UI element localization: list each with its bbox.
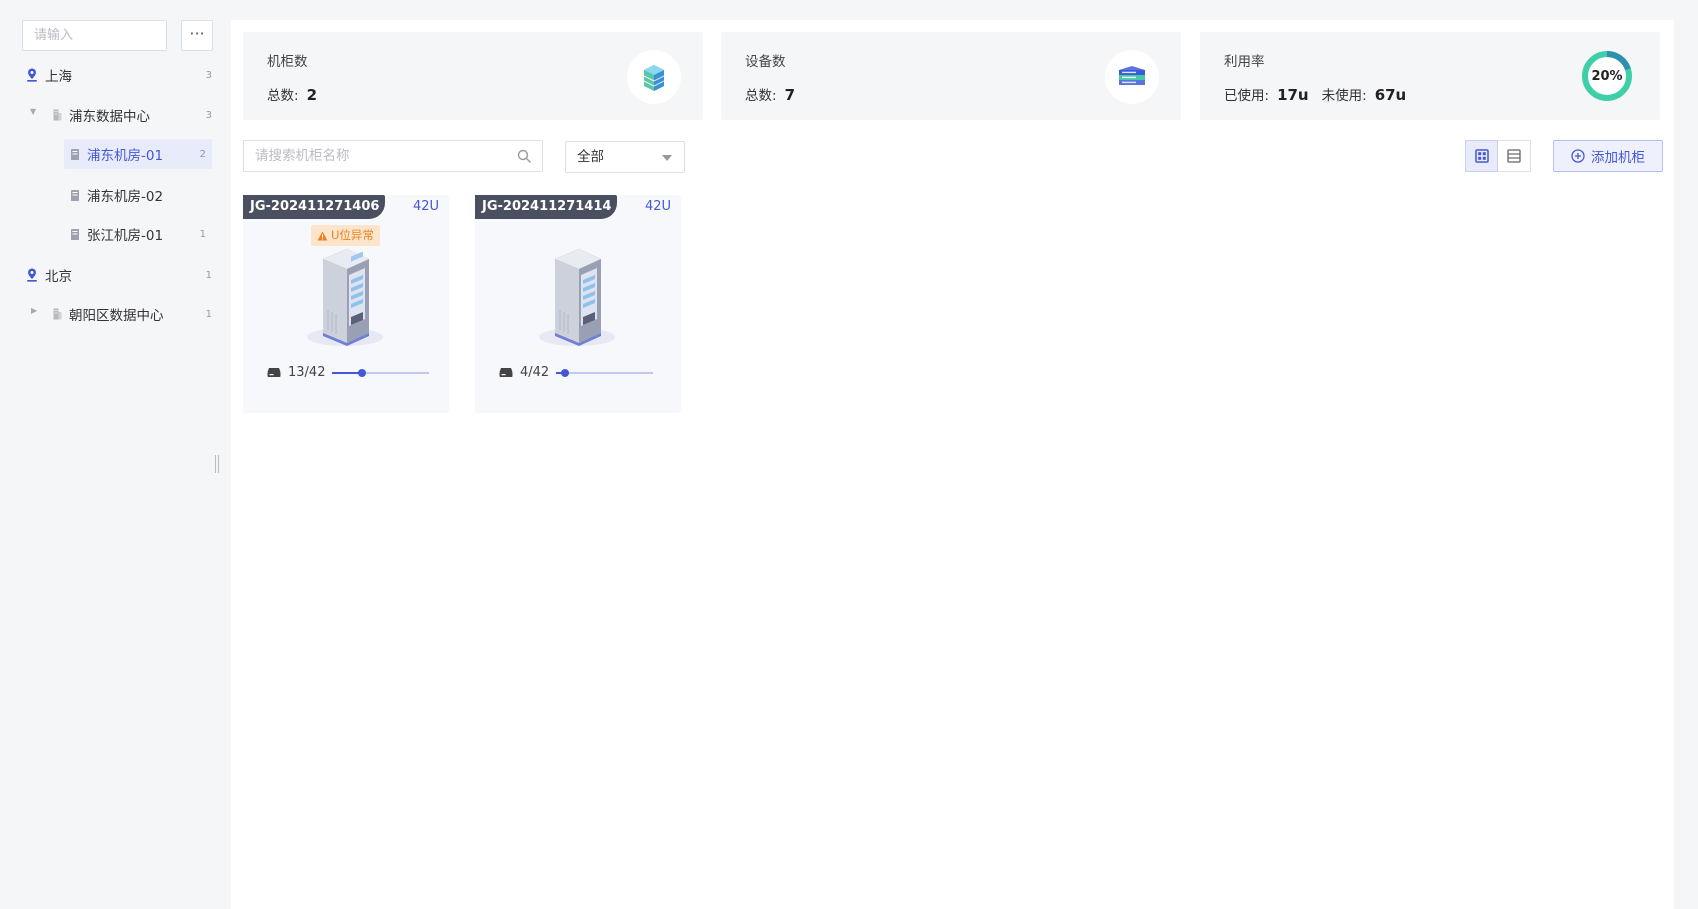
device-server-icon: [1105, 50, 1159, 104]
stat-usage: 已使用: 17u 未使用: 67u: [1224, 84, 1406, 104]
tree-node-count: 3: [205, 109, 212, 121]
grid-icon: [1474, 149, 1489, 163]
cabinet-card[interactable]: JG-202411271414 42U 4/42: [475, 195, 681, 413]
sidebar: ··· 上海 3 ▼ 浦东数据中心 3 浦东机房-01 2 浦东机房-02 张江…: [0, 0, 230, 909]
tree-node-pudong-dc[interactable]: ▼ 浦东数据中心 3: [26, 100, 212, 130]
cabinet-name: JG-202411271414: [475, 195, 617, 219]
stat-total-value: 7: [784, 86, 795, 104]
tree-node-chaoyang-dc[interactable]: ▶ 朝阳区数据中心 1: [26, 299, 212, 329]
tree-node-label: 浦东数据中心: [69, 109, 150, 125]
tree-node-label: 上海: [45, 69, 72, 85]
tree-search-input[interactable]: [22, 20, 167, 51]
usage-text: 13/42: [288, 365, 326, 380]
tree-node-shanghai[interactable]: 上海 3: [26, 60, 212, 90]
location-pin-icon: [27, 68, 37, 82]
tree-node-label: 朝阳区数据中心: [69, 308, 164, 324]
server-room-icon: [71, 189, 79, 201]
more-button[interactable]: ···: [181, 20, 213, 51]
tree-node-count: 3: [205, 69, 212, 81]
cabinet-search: [243, 140, 543, 172]
view-toggle: [1465, 140, 1531, 172]
caret-right-icon[interactable]: ▶: [31, 306, 37, 315]
tree-node-beijing[interactable]: 北京 1: [26, 260, 212, 290]
u-position-alert-badge: U位异常: [311, 225, 380, 246]
tree-node-label: 浦东机房-02: [87, 189, 164, 205]
stat-total: 总数: 2: [267, 84, 317, 104]
server-room-icon: [71, 228, 79, 240]
cabinet-card[interactable]: JG-202411271406 42U U位异常 13/42: [243, 195, 449, 413]
server-rack-icon: [307, 249, 383, 346]
cabinet-stack-icon: [627, 50, 681, 104]
badge-text: U位异常: [331, 228, 374, 242]
sidebar-resize-handle[interactable]: [215, 455, 219, 473]
cabinet-name: JG-202411271406: [243, 195, 385, 219]
stat-title: 利用率: [1224, 54, 1265, 70]
usage-progress-dot: [358, 368, 367, 377]
location-pin-icon: [27, 268, 37, 282]
stat-total: 总数: 7: [745, 84, 795, 104]
building-icon: [53, 109, 62, 121]
building-icon: [53, 308, 62, 320]
search-icon[interactable]: [517, 149, 532, 164]
tree-node-count: 1: [205, 269, 212, 281]
cabinet-usage: 13/42: [267, 365, 430, 380]
stat-total-value: 2: [306, 86, 317, 104]
used-label: 已使用:: [1224, 88, 1270, 104]
add-cabinet-button[interactable]: 添加机柜: [1553, 140, 1663, 172]
used-value: 17u: [1277, 86, 1309, 104]
add-cabinet-label: 添加机柜: [1591, 150, 1645, 166]
stat-total-label: 总数:: [267, 88, 299, 104]
usage-progress: [556, 368, 654, 377]
tree-node-label: 浦东机房-01: [87, 148, 164, 164]
tree-node-pudong-room-02[interactable]: 浦东机房-02: [64, 180, 212, 210]
stat-title: 设备数: [745, 54, 786, 70]
tree-node-count: 1: [205, 308, 212, 320]
unused-value: 67u: [1374, 86, 1407, 104]
usage-progress-dot: [561, 368, 570, 377]
tree-node-zhangjiang-room-01[interactable]: 张江机房-01 1: [64, 219, 212, 249]
unused-label: 未使用:: [1321, 88, 1367, 104]
usage-progress: [332, 368, 430, 377]
list-view-button[interactable]: [1498, 140, 1531, 172]
caret-down-icon[interactable]: ▼: [30, 107, 36, 116]
cabinet-card-header: JG-202411271406 42U: [243, 195, 449, 219]
usage-text: 4/42: [520, 365, 550, 380]
server-room-icon: [71, 148, 79, 160]
tree-node-label: 张江机房-01: [87, 228, 164, 244]
stat-title: 机柜数: [267, 54, 308, 70]
hard-drive-icon: [267, 368, 281, 377]
grid-view-button[interactable]: [1465, 140, 1498, 172]
chevron-down-icon: [662, 155, 672, 161]
main-panel: 机柜数 总数: 2 设备数 总数: 7 利用率 已使用: 17u 未使用: 67…: [231, 20, 1674, 909]
tree-node-label: 北京: [45, 269, 72, 285]
server-rack-icon: [539, 249, 615, 346]
plus-circle-icon: [1571, 149, 1585, 163]
cabinet-units: 42U: [412, 199, 439, 214]
cabinet-card-header: JG-202411271414 42U: [475, 195, 681, 219]
tree-node-count: 1: [199, 228, 206, 240]
stat-card-cabinets: 机柜数 总数: 2: [243, 32, 703, 120]
status-filter-value: 全部: [577, 149, 604, 165]
stat-card-utilization: 利用率 已使用: 17u 未使用: 67u 20%: [1200, 32, 1660, 120]
cabinet-search-input[interactable]: [255, 141, 505, 171]
utilization-percent: 20%: [1591, 68, 1623, 84]
tree-node-pudong-room-01[interactable]: 浦东机房-01 2: [64, 139, 212, 169]
warning-icon: [317, 231, 328, 240]
list-icon: [1507, 149, 1521, 163]
tree-node-count: 2: [199, 148, 206, 160]
cabinet-units: 42U: [644, 199, 671, 214]
stat-total-label: 总数:: [745, 88, 777, 104]
stat-card-devices: 设备数 总数: 7: [721, 32, 1181, 120]
hard-drive-icon: [499, 368, 513, 377]
status-filter-select[interactable]: 全部: [565, 141, 685, 173]
cabinet-usage: 4/42: [499, 365, 654, 380]
